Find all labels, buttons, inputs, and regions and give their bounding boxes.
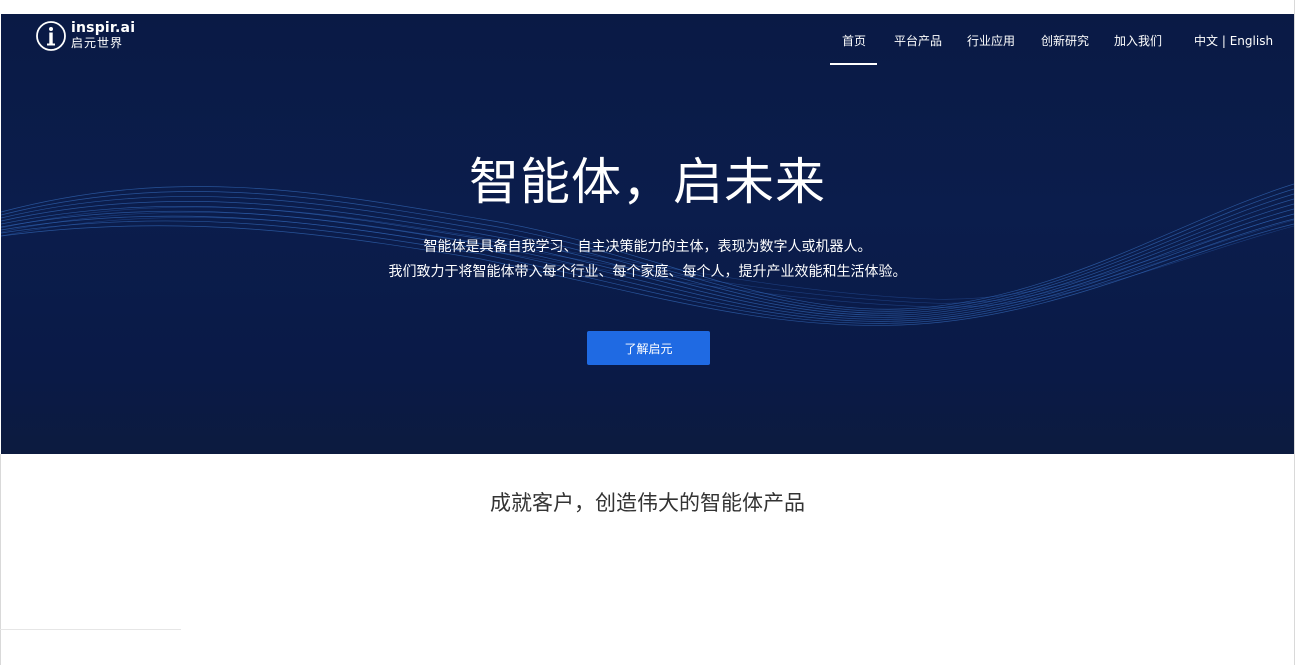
nav-item-platform-products[interactable]: 平台产品 bbox=[894, 32, 942, 49]
divider-line bbox=[0, 629, 181, 630]
hero-banner: inspir.ai 启元世界 首页 平台产品 行业应用 创新研究 加入我们 中文… bbox=[1, 14, 1294, 454]
lang-separator: | bbox=[1221, 34, 1226, 48]
hero-title: 智能体，启未来 bbox=[469, 153, 826, 211]
nav-item-industry-applications[interactable]: 行业应用 bbox=[967, 32, 1015, 49]
page-left-border bbox=[0, 454, 1, 665]
brand-name-cn: 启元世界 bbox=[71, 36, 124, 50]
section-title: 成就客户，创造伟大的智能体产品 bbox=[490, 491, 805, 515]
brand-name-en: inspir.ai bbox=[71, 20, 136, 36]
nav-item-join-us[interactable]: 加入我们 bbox=[1114, 32, 1162, 49]
wave-lines-decoration bbox=[1, 183, 1294, 326]
lang-english-link[interactable]: English bbox=[1230, 34, 1273, 48]
learn-more-button[interactable]: 了解启元 bbox=[587, 331, 710, 365]
hero-description-line-2: 我们致力于将智能体带入每个行业、每个家庭、每个人，提升产业效能和生活体验。 bbox=[388, 264, 907, 280]
nav-item-innovation-research[interactable]: 创新研究 bbox=[1041, 32, 1089, 49]
lighthouse-logo-icon bbox=[36, 21, 66, 51]
language-switcher: 中文 | English bbox=[1194, 32, 1273, 49]
hero-description-line-1: 智能体是具备自我学习、自主决策能力的主体，表现为数字人或机器人。 bbox=[423, 239, 872, 255]
brand-logo[interactable]: inspir.ai 启元世界 bbox=[35, 20, 135, 52]
top-strip bbox=[0, 0, 1295, 14]
nav-active-indicator bbox=[830, 63, 877, 65]
top-navigation: inspir.ai 启元世界 首页 平台产品 行业应用 创新研究 加入我们 中文… bbox=[1, 14, 1294, 66]
lang-chinese-link[interactable]: 中文 bbox=[1194, 34, 1218, 48]
nav-item-home[interactable]: 首页 bbox=[842, 32, 866, 49]
